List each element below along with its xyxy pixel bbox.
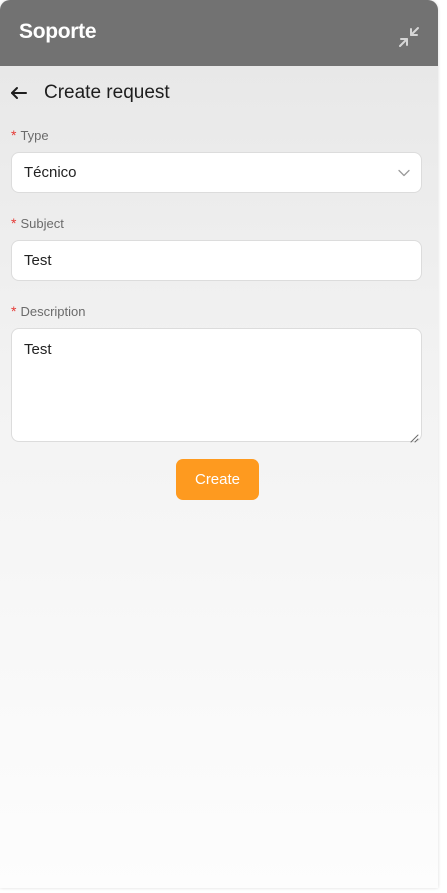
support-widget: Soporte Create request * Type Técnico * … xyxy=(0,0,438,888)
subject-input[interactable]: Test xyxy=(11,240,422,281)
description-textarea[interactable]: Test xyxy=(11,328,422,443)
widget-title: Soporte xyxy=(19,20,97,43)
type-label-text: Type xyxy=(20,128,49,143)
create-button[interactable]: Create xyxy=(176,459,259,500)
description-textarea-value: Test xyxy=(24,341,52,358)
widget-header: Soporte xyxy=(0,0,438,66)
resize-grip-icon[interactable] xyxy=(410,430,419,443)
back-arrow-icon[interactable] xyxy=(9,83,31,103)
required-marker: * xyxy=(11,303,17,319)
type-select-value: Técnico xyxy=(24,164,77,181)
subject-input-value: Test xyxy=(24,252,52,269)
description-label: * Description xyxy=(11,303,85,319)
chevron-down-icon xyxy=(397,166,411,180)
type-select[interactable]: Técnico xyxy=(11,152,422,193)
description-label-text: Description xyxy=(20,304,86,319)
subheader: Create request xyxy=(0,76,438,110)
page-title: Create request xyxy=(44,82,170,103)
type-label: * Type xyxy=(11,127,49,143)
subject-label-text: Subject xyxy=(20,216,64,231)
required-marker: * xyxy=(11,127,17,143)
required-marker: * xyxy=(11,215,17,231)
collapse-icon[interactable] xyxy=(396,24,422,50)
subject-label: * Subject xyxy=(11,215,64,231)
